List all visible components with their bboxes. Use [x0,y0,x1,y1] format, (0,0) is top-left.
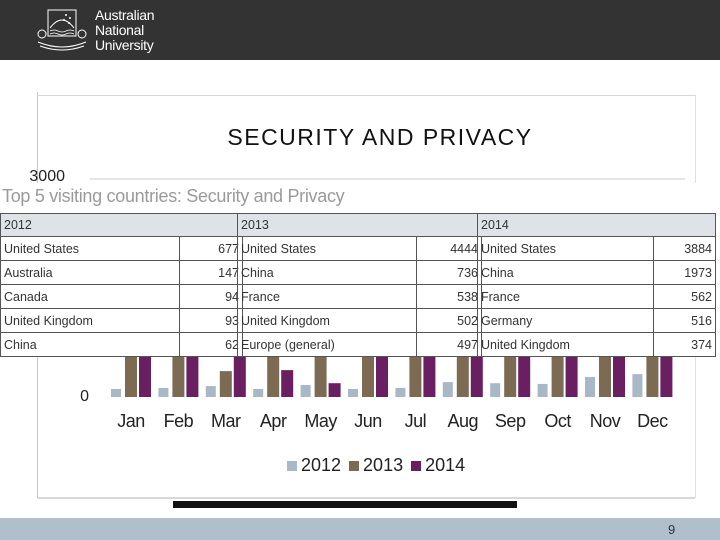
page-number: 9 [668,522,676,537]
top-countries-overlay: Top 5 visiting countries: Security and P… [0,183,716,357]
bar-2012-Apr [253,389,264,397]
overlay-title: Top 5 visiting countries: Security and P… [2,186,345,206]
visits-cell: 94 [179,284,243,309]
table-row: France 562 [476,284,716,309]
visits-cell: 3884 [653,236,716,261]
country-cell: China [237,260,417,285]
bar-2012-Dec [632,374,643,397]
x-tick-label: Feb [163,411,194,431]
country-cell: China [0,332,180,357]
bar-2012-May [300,385,311,397]
x-tick-label: Apr [259,411,287,431]
x-tick-label: Aug [447,411,479,431]
x-tick-label: Sep [494,411,526,431]
x-tick-label: Oct [544,411,571,431]
visits-cell: 497 [416,332,482,357]
x-tick-label: Nov [589,411,621,431]
table-row: China 62 [0,332,243,357]
black-bar [173,501,517,508]
legend-label: 2012 [301,455,342,475]
visits-cell: 62 [179,332,243,357]
country-cell: Canada [0,284,180,309]
slide-footer [0,518,720,540]
table-row: United Kingdom 374 [476,332,716,357]
legend-label: 2013 [363,455,404,475]
table-2013: 2013 United States 4444 China 736 France 538 Un… [237,213,482,357]
bar-2012-Aug [442,382,453,397]
bar-2013-Mar [219,371,232,397]
bar-2012-Sep [490,383,501,397]
legend-swatch-2013 [349,460,360,471]
bar-2012-Oct [537,383,548,397]
x-tick-label: May [304,411,337,431]
table-header: 2012 [0,213,243,237]
x-tick-label: Jun [354,411,382,431]
bar-2014-May [328,383,341,397]
country-cell: United Kingdom [237,308,417,333]
country-cell: United States [237,236,417,261]
visits-cell: 736 [416,260,482,285]
bar-2012-Nov [585,377,595,397]
chart-legend: 2012 2013 2014 [283,455,465,476]
legend-swatch-2012 [287,460,297,471]
table-2014: 2014 United States 3884 China 1973 France 562 G… [476,213,716,357]
country-cell: United States [476,236,655,261]
bar-2012-Feb [158,387,169,397]
bar-2014-Apr [281,370,294,397]
x-tick-label: Jan [117,411,145,431]
country-cell: China [476,260,655,285]
table-row: United Kingdom 93 [0,308,243,333]
visits-cell: 147 [179,260,243,285]
x-tick-label: Dec [637,411,668,431]
x-tick-label: Mar [211,411,241,431]
country-cell: Australia [0,260,180,285]
country-cell: Germany [476,308,655,333]
country-cell: United Kingdom [0,308,180,333]
bar-2012-Jan [111,389,121,397]
visits-cell: 516 [653,308,716,333]
legend-label: 2014 [425,455,466,475]
legend-swatch-2014 [411,460,422,471]
country-cell: United Kingdom [476,332,655,357]
table-row: United States 3884 [476,236,716,261]
visits-cell: 93 [179,308,243,333]
table-header: 2013 [237,213,482,237]
visits-cell: 4444 [416,236,482,261]
table-row: Europe (general) 497 [237,332,482,357]
table-row: United States 677 [0,236,243,261]
table-row: France 538 [237,284,482,309]
bar-2012-Jul [395,387,406,397]
visits-cell: 562 [653,284,716,309]
table-row: United Kingdom 502 [237,308,482,333]
visits-cell: 538 [416,284,482,309]
country-cell: United States [0,236,180,261]
country-cell: France [476,284,655,309]
table-row: China 736 [237,260,482,285]
visits-cell: 502 [416,308,482,333]
bar-2012-Mar [205,386,216,397]
table-row: Germany 516 [476,308,716,333]
table-2012: 2012 United States 677 Australia 147 Canada 94… [0,213,243,357]
country-cell: France [237,284,417,309]
table-row: Australia 147 [0,260,243,285]
x-tick-label: Jul [404,411,427,431]
country-cell: Europe (general) [237,332,417,357]
visits-cell: 677 [179,236,243,261]
bar-2012-Jun [348,389,358,397]
table-header: 2014 [477,213,716,237]
table-row: Canada 94 [0,284,243,309]
table-row: China 1973 [476,260,716,285]
visits-cell: 374 [653,332,716,357]
table-row: United States 4444 [237,236,482,261]
visits-cell: 1973 [653,260,716,285]
